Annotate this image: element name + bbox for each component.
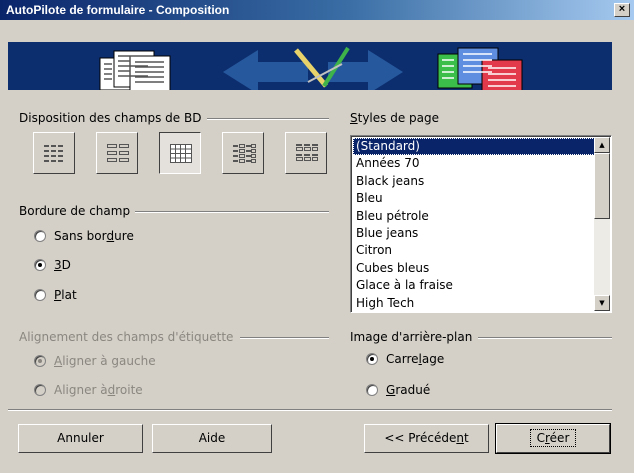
page-style-item[interactable]: High Tech xyxy=(353,295,595,312)
page-style-item[interactable]: Bleu xyxy=(353,190,595,207)
table-grid-icon xyxy=(170,144,192,163)
border-none-radio[interactable]: Sans bor d ure xyxy=(34,228,134,244)
layout-section-label: Disposition des champs de BD xyxy=(19,111,202,125)
arrow-left-icon xyxy=(223,50,308,90)
page-styles-listbox[interactable]: (Standard) Années 70 Black jeans Bleu Bleu p… xyxy=(350,135,612,313)
cancel-button[interactable]: Annuler xyxy=(18,424,143,453)
page-style-item[interactable]: Black jeans xyxy=(353,173,595,190)
scroll-up-button[interactable]: ▲ xyxy=(594,137,610,153)
columns-top-label-icon xyxy=(107,144,129,162)
radio-indicator xyxy=(34,230,46,242)
close-button[interactable]: × xyxy=(614,3,630,17)
back-button[interactable]: << Précédent xyxy=(364,424,489,453)
help-button[interactable]: Aide xyxy=(152,424,272,453)
page-style-item[interactable]: Blue jeans xyxy=(353,225,595,242)
layout-separator xyxy=(207,118,329,120)
radio-indicator xyxy=(366,353,378,365)
page-style-item[interactable]: Bleu pétrole xyxy=(353,208,595,225)
footer-separator xyxy=(8,409,612,411)
background-separator xyxy=(478,337,612,339)
align-left-radio[interactable]: Aligner à gauche xyxy=(34,353,156,369)
layout-block-left-button[interactable] xyxy=(222,132,264,174)
align-right-radio[interactable]: Aligner à d roite xyxy=(34,382,143,398)
title-bar: AutoPilote de formulaire - Composition × xyxy=(0,0,634,20)
window-title: AutoPilote de formulaire - Composition xyxy=(6,3,230,17)
page-styles-list: (Standard) Années 70 Black jeans Bleu Bleu p… xyxy=(353,138,595,312)
wizard-banner xyxy=(8,42,612,90)
close-icon: × xyxy=(618,3,626,15)
create-button-label: Créer xyxy=(529,429,577,447)
page-styles-scrollbar[interactable]: ▲ ▼ xyxy=(594,137,610,311)
block-left-label-icon xyxy=(233,144,256,163)
banner-illustration xyxy=(99,46,523,90)
styled-documents-icon xyxy=(437,47,523,90)
radio-indicator xyxy=(366,384,378,396)
layout-block-top-button[interactable] xyxy=(285,132,327,174)
label-alignment-section-label: Alignement des champs d'étiquette xyxy=(19,330,234,344)
radio-indicator xyxy=(34,384,46,396)
page-style-item[interactable]: Cubes bleus xyxy=(353,260,595,277)
border-section-label: Bordure de champ xyxy=(19,204,131,218)
radio-indicator xyxy=(34,289,46,301)
border-3d-radio[interactable]: 3D xyxy=(34,257,71,273)
scroll-thumb[interactable] xyxy=(594,153,610,219)
columns-left-label-icon xyxy=(44,145,63,162)
page-styles-label: Styles de page xyxy=(350,111,439,125)
create-button[interactable]: Créer xyxy=(495,423,611,454)
border-separator xyxy=(135,211,329,213)
layout-columnar-top-button[interactable] xyxy=(96,132,138,174)
documents-icon xyxy=(99,50,171,90)
background-gradient-radio[interactable]: Gradué xyxy=(366,382,430,398)
layout-datasheet-button[interactable] xyxy=(159,132,201,174)
label-alignment-separator xyxy=(240,337,329,339)
chevron-down-icon: ▼ xyxy=(599,299,605,307)
border-flat-radio[interactable]: Plat xyxy=(34,287,77,303)
arrow-right-icon xyxy=(328,50,403,90)
radio-indicator xyxy=(34,259,46,271)
chevron-up-icon: ▲ xyxy=(599,141,605,149)
page-style-item[interactable]: Citron xyxy=(353,242,595,259)
layout-columnar-left-button[interactable] xyxy=(33,132,75,174)
background-tile-radio[interactable]: Carre l age xyxy=(366,351,444,367)
radio-indicator xyxy=(34,355,46,367)
scroll-down-button[interactable]: ▼ xyxy=(594,295,610,311)
background-section-label: Image d'arrière-plan xyxy=(350,330,473,344)
block-top-label-icon xyxy=(296,144,318,161)
page-style-item[interactable]: Années 70 xyxy=(353,155,595,172)
page-style-item[interactable]: Glace à la fraise xyxy=(353,277,595,294)
page-style-item[interactable]: (Standard) xyxy=(353,138,595,156)
